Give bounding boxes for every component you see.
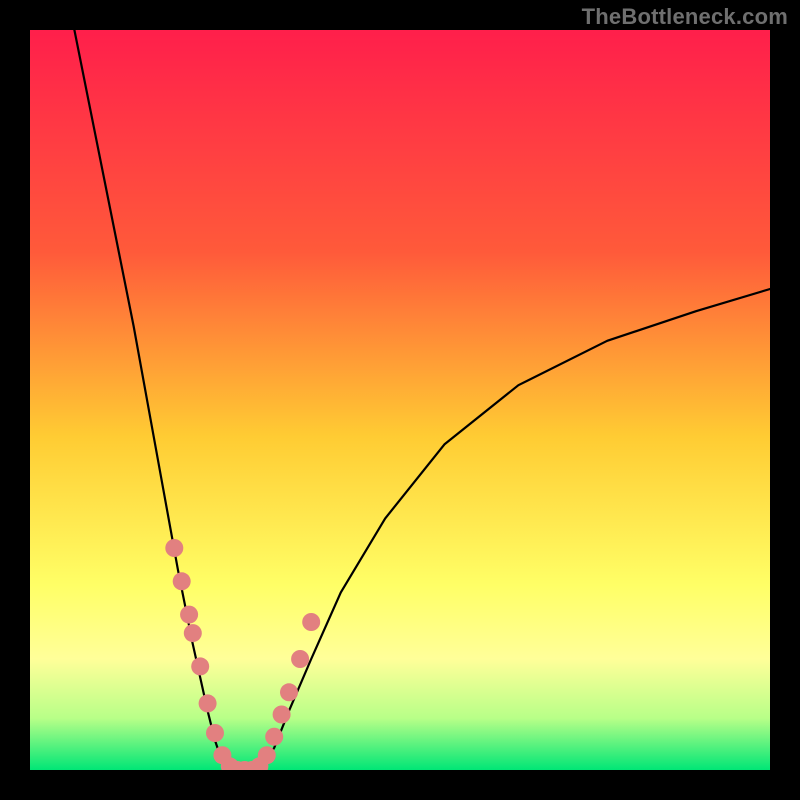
marker-dot (258, 746, 276, 764)
marker-dot (302, 613, 320, 631)
gradient-background (30, 30, 770, 770)
marker-dot (191, 657, 209, 675)
marker-dot (280, 683, 298, 701)
marker-dot (180, 606, 198, 624)
marker-dot (265, 728, 283, 746)
marker-dot (165, 539, 183, 557)
marker-dot (173, 572, 191, 590)
marker-dot (291, 650, 309, 668)
watermark-text: TheBottleneck.com (582, 4, 788, 30)
plot-area (30, 30, 770, 770)
marker-dot (273, 706, 291, 724)
marker-dot (199, 694, 217, 712)
chart-frame: TheBottleneck.com (0, 0, 800, 800)
chart-svg (30, 30, 770, 770)
marker-dot (184, 624, 202, 642)
marker-dot (206, 724, 224, 742)
